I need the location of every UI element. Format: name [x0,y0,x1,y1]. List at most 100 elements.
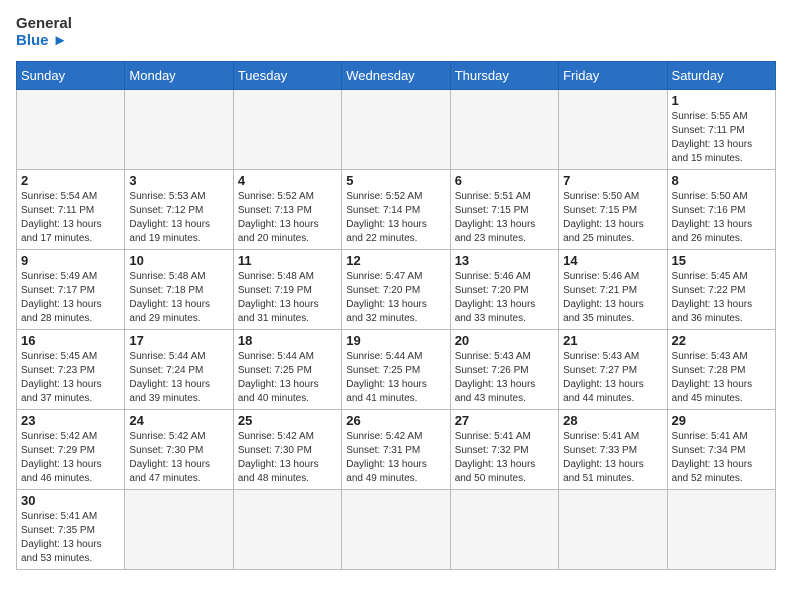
calendar-cell: 3 Sunrise: 5:53 AM Sunset: 7:12 PM Daylig… [125,170,233,250]
day-number: 6 [455,173,554,188]
calendar-cell: 16Sunrise: 5:45 AM Sunset: 7:23 PM Dayli… [17,330,125,410]
weekday-header-saturday: Saturday [667,62,775,90]
calendar-cell [233,90,341,170]
day-number: 27 [455,413,554,428]
day-number: 14 [563,253,662,268]
calendar-cell [450,490,558,570]
calendar-cell [450,90,558,170]
calendar-cell [17,90,125,170]
day-number: 26 [346,413,445,428]
day-info: Sunrise: 5:47 AM Sunset: 7:20 PM Dayligh… [346,270,445,326]
week-row: 9 Sunrise: 5:49 AM Sunset: 7:17 PM Daylig… [17,250,776,330]
day-info: Sunrise: 5:43 AM Sunset: 7:28 PM Dayligh… [672,350,771,406]
day-info: Sunrise: 5:48 AM Sunset: 7:18 PM Dayligh… [129,270,228,326]
day-info: Sunrise: 5:45 AM Sunset: 7:22 PM Dayligh… [672,270,771,326]
calendar-cell: 28 Sunrise: 5:41 AM Sunset: 7:33 PM Dayli… [559,410,667,490]
day-info: Sunrise: 5:41 AM Sunset: 7:32 PM Dayligh… [455,430,554,486]
day-number: 3 [129,173,228,188]
calendar-cell: 15 Sunrise: 5:45 AM Sunset: 7:22 PM Dayli… [667,250,775,330]
calendar-cell: 27 Sunrise: 5:41 AM Sunset: 7:32 PM Dayli… [450,410,558,490]
calendar-cell: 5Sunrise: 5:52 AM Sunset: 7:14 PM Daylig… [342,170,450,250]
calendar-cell [233,490,341,570]
day-number: 7 [563,173,662,188]
day-info: Sunrise: 5:44 AM Sunset: 7:25 PM Dayligh… [238,350,337,406]
day-number: 28 [563,413,662,428]
calendar-cell: 12 Sunrise: 5:47 AM Sunset: 7:20 PM Dayli… [342,250,450,330]
day-number: 20 [455,333,554,348]
calendar-cell: 7 Sunrise: 5:50 AM Sunset: 7:15 PM Daylig… [559,170,667,250]
header: General Blue ► [16,16,776,49]
day-info: Sunrise: 5:44 AM Sunset: 7:24 PM Dayligh… [129,350,228,406]
week-row: 1 Sunrise: 5:55 AM Sunset: 7:11 PM Daylig… [17,90,776,170]
logo-blue: Blue ► [16,33,72,50]
day-number: 1 [672,93,771,108]
calendar-cell [125,90,233,170]
day-number: 21 [563,333,662,348]
calendar: SundayMondayTuesdayWednesdayThursdayFrid… [16,61,776,570]
calendar-cell: 13Sunrise: 5:46 AM Sunset: 7:20 PM Dayli… [450,250,558,330]
day-info: Sunrise: 5:52 AM Sunset: 7:14 PM Dayligh… [346,190,445,246]
day-info: Sunrise: 5:49 AM Sunset: 7:17 PM Dayligh… [21,270,120,326]
calendar-cell [125,490,233,570]
calendar-cell: 2Sunrise: 5:54 AM Sunset: 7:11 PM Daylig… [17,170,125,250]
day-number: 15 [672,253,771,268]
calendar-cell: 20 Sunrise: 5:43 AM Sunset: 7:26 PM Dayli… [450,330,558,410]
day-number: 11 [238,253,337,268]
day-info: Sunrise: 5:48 AM Sunset: 7:19 PM Dayligh… [238,270,337,326]
day-number: 29 [672,413,771,428]
weekday-header-sunday: Sunday [17,62,125,90]
calendar-cell: 10 Sunrise: 5:48 AM Sunset: 7:18 PM Dayli… [125,250,233,330]
day-number: 18 [238,333,337,348]
calendar-cell: 19Sunrise: 5:44 AM Sunset: 7:25 PM Dayli… [342,330,450,410]
day-number: 24 [129,413,228,428]
calendar-cell [342,490,450,570]
day-info: Sunrise: 5:41 AM Sunset: 7:33 PM Dayligh… [563,430,662,486]
calendar-cell: 1 Sunrise: 5:55 AM Sunset: 7:11 PM Daylig… [667,90,775,170]
calendar-cell: 26Sunrise: 5:42 AM Sunset: 7:31 PM Dayli… [342,410,450,490]
weekday-header-monday: Monday [125,62,233,90]
day-info: Sunrise: 5:43 AM Sunset: 7:27 PM Dayligh… [563,350,662,406]
week-row: 16Sunrise: 5:45 AM Sunset: 7:23 PM Dayli… [17,330,776,410]
calendar-cell: 11 Sunrise: 5:48 AM Sunset: 7:19 PM Dayli… [233,250,341,330]
day-info: Sunrise: 5:50 AM Sunset: 7:15 PM Dayligh… [563,190,662,246]
calendar-cell: 17 Sunrise: 5:44 AM Sunset: 7:24 PM Dayli… [125,330,233,410]
calendar-cell: 25Sunrise: 5:42 AM Sunset: 7:30 PM Dayli… [233,410,341,490]
day-info: Sunrise: 5:41 AM Sunset: 7:34 PM Dayligh… [672,430,771,486]
day-info: Sunrise: 5:42 AM Sunset: 7:29 PM Dayligh… [21,430,120,486]
day-number: 2 [21,173,120,188]
day-number: 22 [672,333,771,348]
week-row: 2Sunrise: 5:54 AM Sunset: 7:11 PM Daylig… [17,170,776,250]
weekday-header-row: SundayMondayTuesdayWednesdayThursdayFrid… [17,62,776,90]
day-number: 9 [21,253,120,268]
calendar-cell: 9 Sunrise: 5:49 AM Sunset: 7:17 PM Daylig… [17,250,125,330]
week-row: 30 Sunrise: 5:41 AM Sunset: 7:35 PM Dayli… [17,490,776,570]
calendar-cell [342,90,450,170]
calendar-cell: 21 Sunrise: 5:43 AM Sunset: 7:27 PM Dayli… [559,330,667,410]
day-info: Sunrise: 5:42 AM Sunset: 7:30 PM Dayligh… [129,430,228,486]
day-info: Sunrise: 5:46 AM Sunset: 7:21 PM Dayligh… [563,270,662,326]
calendar-cell: 30 Sunrise: 5:41 AM Sunset: 7:35 PM Dayli… [17,490,125,570]
day-number: 30 [21,493,120,508]
day-number: 12 [346,253,445,268]
calendar-cell: 22 Sunrise: 5:43 AM Sunset: 7:28 PM Dayli… [667,330,775,410]
weekday-header-wednesday: Wednesday [342,62,450,90]
day-info: Sunrise: 5:52 AM Sunset: 7:13 PM Dayligh… [238,190,337,246]
day-info: Sunrise: 5:46 AM Sunset: 7:20 PM Dayligh… [455,270,554,326]
weekday-header-tuesday: Tuesday [233,62,341,90]
calendar-cell: 6Sunrise: 5:51 AM Sunset: 7:15 PM Daylig… [450,170,558,250]
day-number: 16 [21,333,120,348]
logo-container: General Blue ► [16,16,72,49]
calendar-cell: 4Sunrise: 5:52 AM Sunset: 7:13 PM Daylig… [233,170,341,250]
calendar-cell [559,490,667,570]
day-number: 17 [129,333,228,348]
day-info: Sunrise: 5:55 AM Sunset: 7:11 PM Dayligh… [672,110,771,166]
calendar-cell: 8 Sunrise: 5:50 AM Sunset: 7:16 PM Daylig… [667,170,775,250]
day-info: Sunrise: 5:43 AM Sunset: 7:26 PM Dayligh… [455,350,554,406]
day-info: Sunrise: 5:41 AM Sunset: 7:35 PM Dayligh… [21,510,120,566]
day-number: 10 [129,253,228,268]
day-number: 25 [238,413,337,428]
day-number: 8 [672,173,771,188]
day-info: Sunrise: 5:53 AM Sunset: 7:12 PM Dayligh… [129,190,228,246]
calendar-cell [667,490,775,570]
day-info: Sunrise: 5:50 AM Sunset: 7:16 PM Dayligh… [672,190,771,246]
